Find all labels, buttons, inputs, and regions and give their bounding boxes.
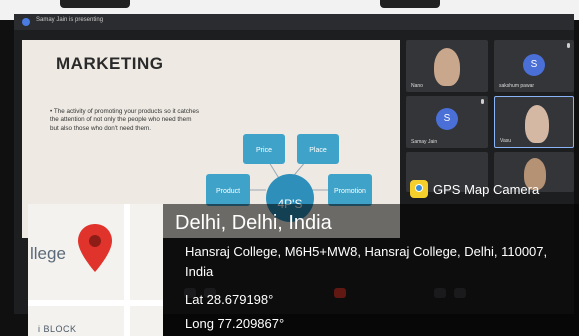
box-label: Product [216, 188, 240, 195]
dark-edge [60, 0, 130, 8]
box-label: Place [309, 147, 327, 154]
map-block-label: i BLOCK [38, 324, 77, 334]
participant-tile[interactable]: Vasu [494, 96, 574, 148]
map-place-label: llege [30, 244, 66, 263]
avatar: S [436, 108, 458, 130]
mic-icon [481, 99, 484, 104]
longitude: Long 77.209867° [185, 316, 285, 331]
location-info-panel: Delhi, Delhi, India Hansraj College, M6H… [163, 204, 579, 336]
participant-tile[interactable]: S sakshum pawar [494, 40, 574, 92]
dark-edge [380, 0, 440, 8]
presenting-text: Samay Jain is presenting [36, 17, 104, 23]
participant-video [525, 105, 549, 143]
avatar: S [523, 54, 545, 76]
address-line: Hansraj College, M6H5+MW8, Hansraj Colle… [185, 244, 548, 279]
city-line: Delhi, Delhi, India [175, 212, 332, 234]
participant-tile[interactable]: Nano [406, 40, 488, 92]
map-road [28, 300, 163, 306]
participant-name: Samay Jain [411, 139, 438, 145]
mic-icon [567, 43, 570, 48]
presenting-bar: Samay Jain is presenting [14, 14, 574, 30]
box-label: Promotion [334, 188, 366, 195]
map-thumbnail: llege i BLOCK [28, 204, 163, 336]
participant-name: Nano [411, 83, 423, 89]
latitude: Lat 28.679198° [185, 292, 274, 307]
participant-video [434, 48, 460, 86]
map-road [124, 204, 130, 336]
participant-name: sakshum pawar [499, 83, 535, 89]
presenting-icon [22, 18, 30, 26]
participant-name: Vasu [500, 138, 512, 144]
location-pin-icon [78, 224, 112, 272]
participant-tile[interactable]: S Samay Jain [406, 96, 488, 148]
gps-map-camera-icon [410, 180, 428, 198]
gps-badge-label: GPS Map Camera [433, 181, 540, 197]
gps-badge: GPS Map Camera [410, 178, 539, 200]
box-label: Price [256, 147, 272, 154]
